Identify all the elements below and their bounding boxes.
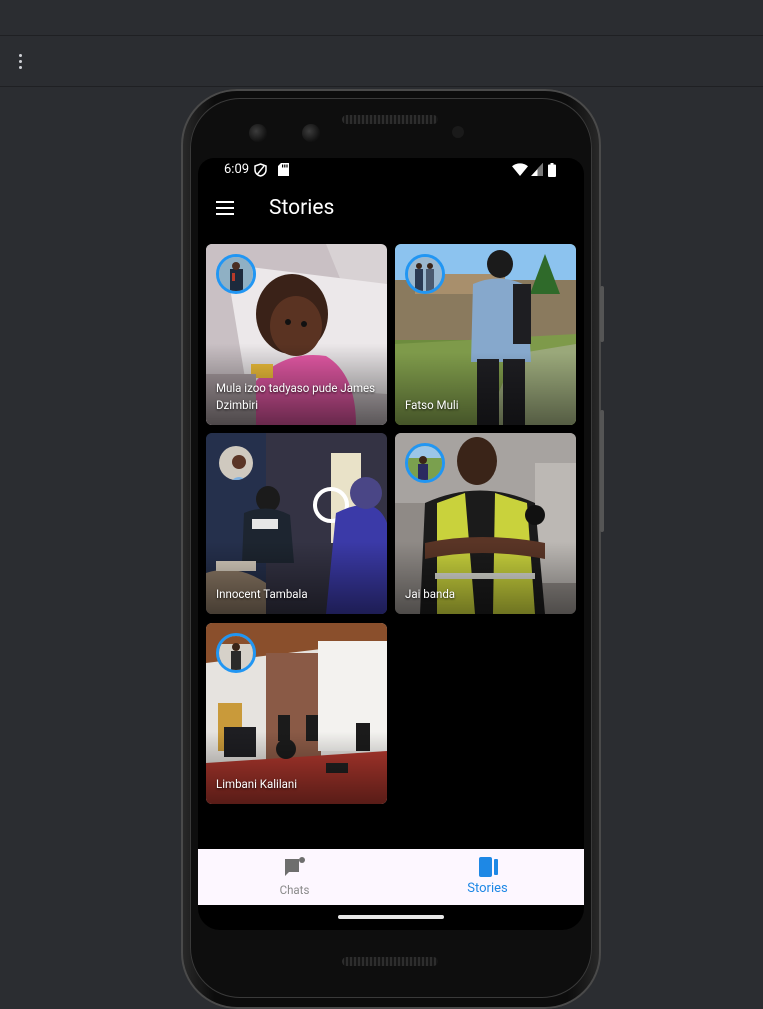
- story-card[interactable]: Innocent Tambala: [206, 433, 387, 614]
- nav-tab-chats[interactable]: Chats: [198, 849, 391, 905]
- story-card[interactable]: Jai banda: [395, 433, 576, 614]
- emulator-toolbar: [0, 36, 763, 87]
- phone-screen: 6:09 Stories Mula izoo tadyaso pude Jame…: [198, 158, 584, 930]
- front-camera-icon: [249, 124, 267, 142]
- shield-icon: [254, 163, 267, 177]
- menu-icon[interactable]: [216, 201, 234, 215]
- earpiece-speaker: [342, 115, 438, 124]
- wifi-icon: [512, 163, 528, 176]
- nav-label-chats: Chats: [279, 883, 310, 897]
- story-avatar: [405, 254, 445, 294]
- more-options-icon[interactable]: [10, 50, 32, 72]
- front-camera-icon: [302, 124, 320, 142]
- story-author-name: Fatso Muli: [405, 398, 459, 412]
- home-indicator[interactable]: [338, 915, 444, 919]
- status-bar: 6:09: [198, 158, 584, 182]
- story-author-name: Innocent Tambala: [216, 587, 308, 601]
- story-author-name: Jai banda: [405, 587, 456, 601]
- story-card[interactable]: Fatso Muli: [395, 244, 576, 425]
- story-author-name: Mula izoo tadyaso pude James Dzimbiri: [216, 381, 376, 412]
- chat-icon: [284, 857, 305, 876]
- story-avatar: [405, 443, 445, 483]
- story-card[interactable]: Limbani Kalilani: [206, 623, 387, 804]
- nav-label-stories: Stories: [467, 881, 508, 896]
- battery-icon: [548, 163, 556, 177]
- signal-icon: [531, 163, 543, 176]
- stories-icon: [478, 857, 498, 877]
- story-card[interactable]: Mula izoo tadyaso pude James Dzimbiri: [206, 244, 387, 425]
- sensor-icon: [452, 126, 464, 138]
- story-avatar: [216, 633, 256, 673]
- bottom-navigation: Chats Stories: [198, 849, 584, 905]
- nav-tab-stories[interactable]: Stories: [391, 849, 584, 905]
- story-avatar: [216, 254, 256, 294]
- story-author-name: Limbani Kalilani: [216, 777, 298, 791]
- sd-card-icon: [278, 163, 289, 176]
- status-time: 6:09: [224, 162, 250, 177]
- story-avatar: [216, 443, 256, 483]
- power-button: [600, 286, 604, 342]
- app-bar: Stories: [198, 182, 584, 234]
- emulator-top-bar: [0, 0, 763, 36]
- volume-button: [600, 410, 604, 532]
- page-title: Stories: [269, 196, 335, 220]
- bottom-speaker: [342, 957, 438, 966]
